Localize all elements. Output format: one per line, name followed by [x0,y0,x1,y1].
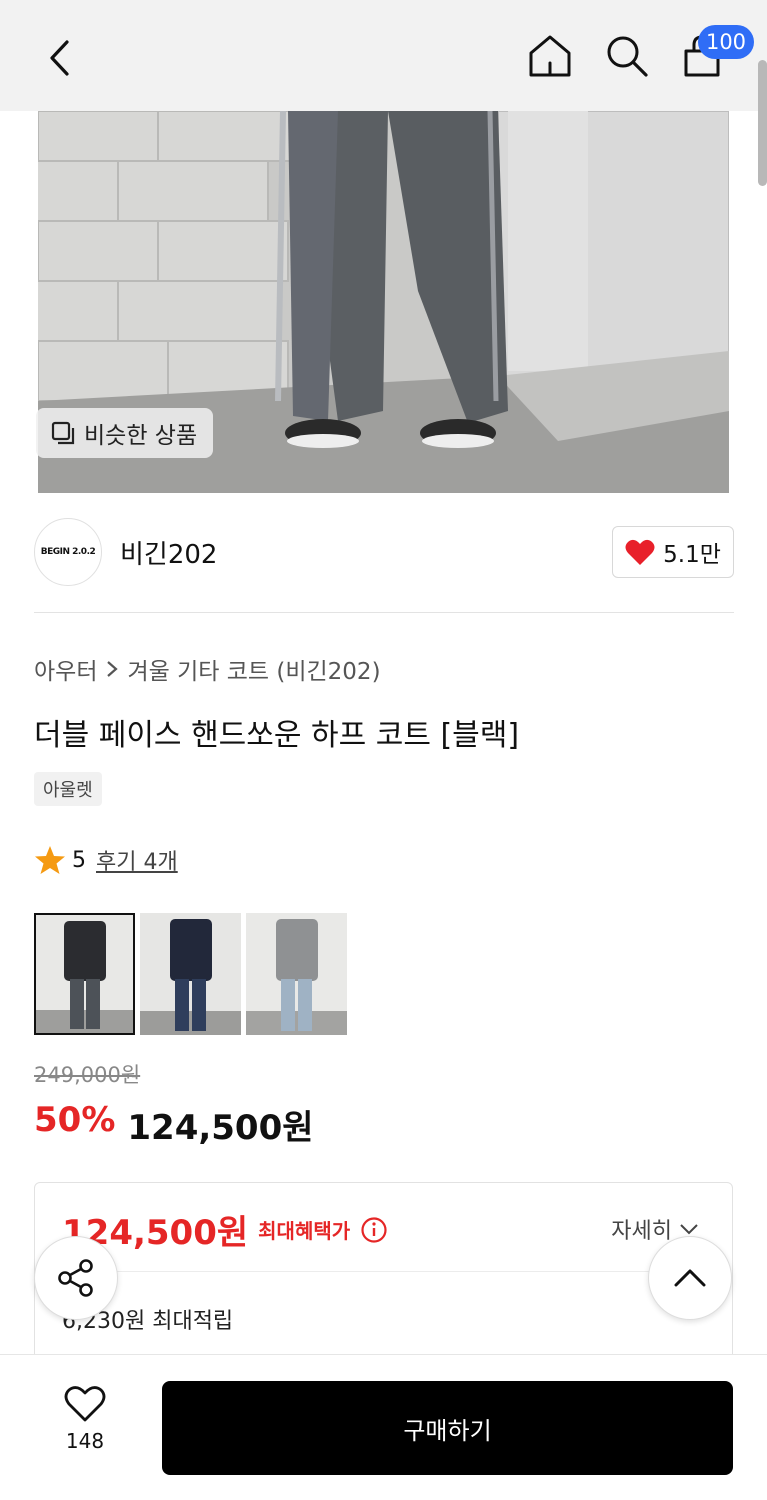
discount-percent: 50% [34,1100,116,1140]
chevron-down-icon [680,1224,698,1235]
share-icon [58,1259,93,1297]
product-title: 더블 페이스 핸드쏘운 하프 코트 [블랙] [34,718,520,753]
benefit-box: 124,500원 최대혜택가 자세히 6,230원 최대적립 [34,1182,733,1382]
brand-row: BEGIN 2.0.2 비긴202 5.1만 [34,518,734,588]
top-nav-bar: 100 [0,0,767,111]
section-divider [34,612,734,613]
sale-price: 124,500원 [127,1108,314,1148]
chevron-right-icon [107,661,119,677]
page-scrollbar[interactable] [758,60,767,186]
star-icon [35,846,65,874]
outlet-tag: 아울렛 [34,772,102,806]
buy-button[interactable]: 구매하기 [162,1381,733,1475]
brand-like-count: 5.1만 [663,542,721,568]
rating-row: 5 후기 4개 [34,844,178,876]
cart-count-badge: 100 [698,25,754,59]
brand-name[interactable]: 비긴202 [120,534,217,571]
detail-label: 자세히 [611,1219,672,1244]
chevron-up-icon [674,1269,706,1287]
sale-price-row: 50% 124,500원 [34,1100,314,1149]
rating-score: 5 [72,847,86,873]
original-price: 249,000원 [34,1063,141,1087]
color-option-thumbnail[interactable] [246,913,347,1035]
color-option-thumbnail[interactable] [140,913,241,1035]
review-link[interactable]: 후기 4개 [96,844,178,876]
heart-filled-icon [625,539,655,565]
color-option-thumbnail[interactable] [34,913,135,1035]
breadcrumb-category[interactable]: 아우터 [34,652,97,686]
wishlist-count: 148 [65,1429,105,1453]
share-button[interactable] [34,1236,118,1320]
breadcrumb-subcategory[interactable]: 겨울 기타 코트 (비긴202) [127,652,380,686]
similar-products-button[interactable]: 비슷한 상품 [36,408,214,458]
search-icon[interactable] [597,26,657,86]
max-benefit-label: 최대혜택가 [258,1219,351,1243]
bottom-action-bar: 148 구매하기 [0,1354,767,1500]
breadcrumb: 아우터 겨울 기타 코트 (비긴202) [34,652,381,686]
similar-products-label: 비슷한 상품 [84,423,198,449]
info-icon[interactable] [360,1216,388,1244]
brand-like-button[interactable]: 5.1만 [612,526,734,578]
brand-logo[interactable]: BEGIN 2.0.2 [34,518,102,586]
color-options [34,913,347,1035]
benefit-divider [62,1271,707,1272]
similar-items-icon [51,421,75,445]
back-chevron-icon[interactable] [30,28,90,88]
home-icon[interactable] [520,26,580,86]
scroll-to-top-button[interactable] [648,1236,732,1320]
wishlist-button[interactable]: 148 [38,1385,132,1475]
heart-outline-icon [64,1386,106,1422]
max-benefit-price-row: 124,500원 최대혜택가 [62,1205,388,1254]
brand-logo-text: BEGIN 2.0.2 [40,547,96,557]
